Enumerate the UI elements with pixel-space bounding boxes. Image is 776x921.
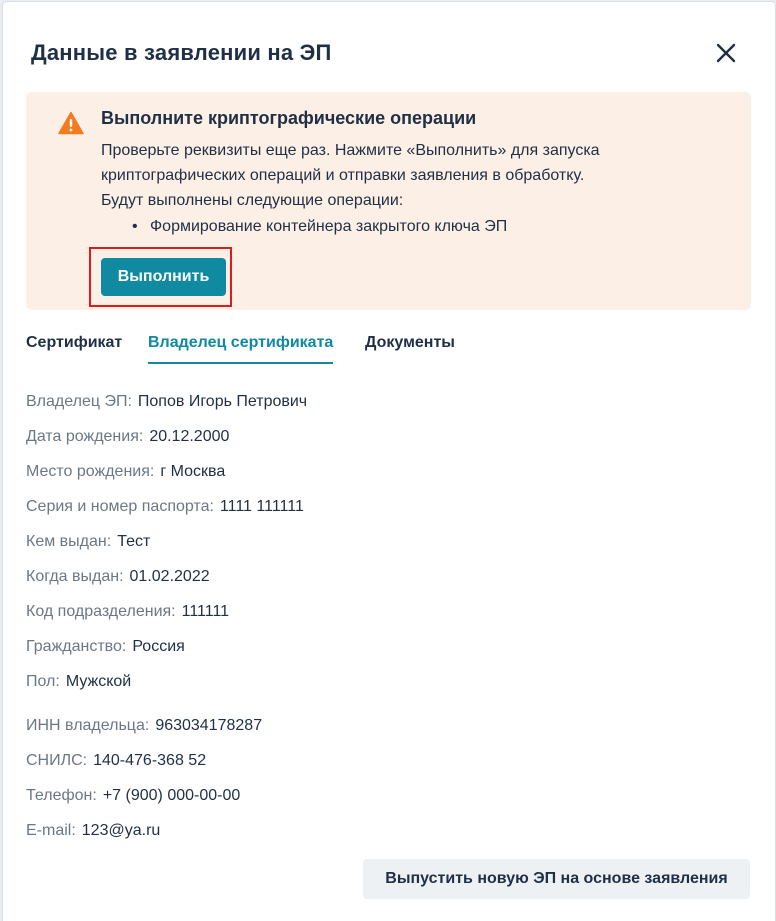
field-email: E-mail: 123@ya.ru xyxy=(26,822,160,840)
field-label: Гражданство: xyxy=(26,638,127,655)
field-birth-place: Место рождения: г Москва xyxy=(26,463,225,481)
alert-description: Проверьте реквизиты еще раз. Нажмите «Вы… xyxy=(101,138,721,213)
alert-title: Выполните криптографические операции xyxy=(101,108,477,128)
field-label: E-mail: xyxy=(26,822,76,839)
field-label: Код подразделения: xyxy=(26,603,176,620)
close-icon[interactable] xyxy=(711,38,741,68)
field-label: Кем выдан: xyxy=(26,533,112,550)
crypto-operations-alert: Выполните криптографические операции Про… xyxy=(26,92,751,310)
field-label: СНИЛС: xyxy=(26,752,88,769)
field-gender: Пол: Мужской xyxy=(26,673,131,691)
field-value: 01.02.2022 xyxy=(129,568,210,585)
field-inn: ИНН владельца: 963034178287 xyxy=(26,717,262,735)
tab-certificate-owner[interactable]: Владелец сертификата xyxy=(148,334,334,364)
field-label: ИНН владельца: xyxy=(26,717,150,734)
field-value: Мужской xyxy=(65,673,132,690)
bullet-icon: • xyxy=(132,218,138,235)
alert-text-line: Будут выполнены следующие операции: xyxy=(101,192,404,209)
field-owner: Владелец ЭП: Попов Игорь Петрович xyxy=(26,393,307,411)
field-value: 963034178287 xyxy=(155,717,263,734)
field-value: Попов Игорь Петрович xyxy=(137,393,308,410)
tab-certificate[interactable]: Сертификат xyxy=(26,334,122,362)
tab-documents[interactable]: Документы xyxy=(365,334,455,362)
alert-text-line: Проверьте реквизиты еще раз. Нажмите «Вы… xyxy=(101,142,600,159)
dialog-title: Данные в заявлении на ЭП xyxy=(31,40,332,65)
field-value: 1111 111111 xyxy=(219,498,304,515)
field-value: 111111 xyxy=(181,603,230,620)
field-value: г Москва xyxy=(160,463,226,480)
field-division-code: Код подразделения: 111111 xyxy=(26,603,229,621)
operation-item: Формирование контейнера закрытого ключа … xyxy=(150,218,508,235)
field-phone: Телефон: +7 (900) 000-00-00 xyxy=(26,787,240,805)
field-label: Пол: xyxy=(26,673,60,690)
field-label: Когда выдан: xyxy=(26,568,124,585)
field-label: Дата рождения: xyxy=(26,428,144,445)
alert-text-line: криптографических операций и отправки за… xyxy=(101,167,585,184)
field-issued-by: Кем выдан: Тест xyxy=(26,533,150,551)
field-value: Россия xyxy=(132,638,185,655)
field-label: Серия и номер паспорта: xyxy=(26,498,214,515)
application-dialog: Данные в заявлении на ЭП Выполните крипт… xyxy=(3,2,775,921)
field-value: Тест xyxy=(117,533,151,550)
field-label: Место рождения: xyxy=(26,463,155,480)
field-issue-date: Когда выдан: 01.02.2022 xyxy=(26,568,210,586)
field-snils: СНИЛС: 140-476-368 52 xyxy=(26,752,206,770)
run-button[interactable]: Выполнить xyxy=(101,258,226,296)
field-value: +7 (900) 000-00-00 xyxy=(102,787,241,804)
operations-list: • Формирование контейнера закрытого ключа… xyxy=(132,218,507,236)
field-citizenship: Гражданство: Россия xyxy=(26,638,185,656)
warning-icon xyxy=(58,111,84,135)
field-value: 123@ya.ru xyxy=(81,822,161,839)
field-label: Владелец ЭП: xyxy=(26,393,132,410)
issue-new-signature-button[interactable]: Выпустить новую ЭП на основе заявления xyxy=(363,859,750,899)
field-birth-date: Дата рождения: 20.12.2000 xyxy=(26,428,229,446)
field-value: 140-476-368 52 xyxy=(93,752,207,769)
field-label: Телефон: xyxy=(26,787,97,804)
field-passport: Серия и номер паспорта: 1111 111111 xyxy=(26,498,304,516)
field-value: 20.12.2000 xyxy=(149,428,230,445)
